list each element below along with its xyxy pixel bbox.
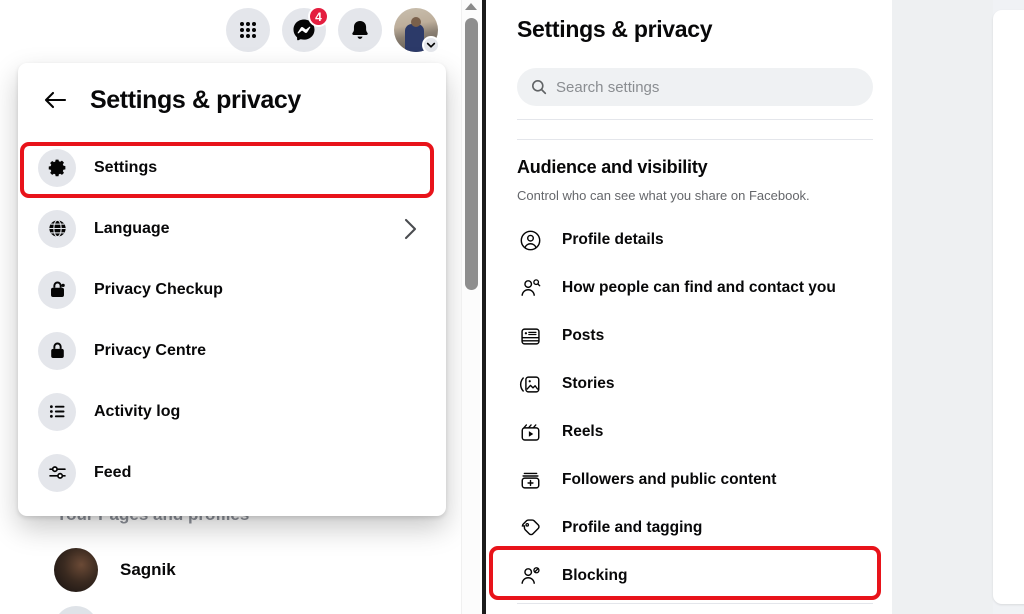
divider-top bbox=[517, 119, 873, 120]
dropdown-title: Settings & privacy bbox=[90, 85, 301, 114]
page-scrollbar[interactable] bbox=[461, 0, 480, 614]
menu-item-label: Settings bbox=[94, 158, 158, 176]
divider-second bbox=[517, 139, 873, 140]
menu-item-privacy-centre[interactable]: Privacy Centre bbox=[28, 320, 436, 381]
facebook-page-left: 4 Your Pages and pro bbox=[0, 0, 483, 614]
setting-item-blocking[interactable]: Blocking bbox=[486, 552, 892, 600]
panel-background-gap bbox=[892, 0, 993, 614]
setting-item-label: Stories bbox=[562, 375, 615, 392]
menu-grid-button[interactable] bbox=[226, 8, 270, 52]
setting-item-followers-and-public-content[interactable]: Followers and public content bbox=[486, 456, 892, 504]
section-heading: Audience and visibility bbox=[517, 157, 708, 177]
profile-circle-icon bbox=[517, 229, 543, 252]
dropdown-menu-list: Settings Language Privacy Checkup Privac… bbox=[18, 137, 446, 503]
adjacent-content-card bbox=[993, 10, 1024, 604]
menu-item-feed[interactable]: Feed bbox=[28, 442, 436, 503]
posts-icon bbox=[517, 325, 543, 348]
menu-item-settings[interactable]: Settings bbox=[28, 137, 436, 198]
profile-avatar-secondary bbox=[54, 606, 98, 614]
back-button[interactable] bbox=[36, 81, 74, 119]
settings-privacy-panel: Settings & privacy Search settings Audie… bbox=[486, 0, 1024, 614]
setting-item-how-people-find-you[interactable]: How people can find and contact you bbox=[486, 264, 892, 312]
person-block-icon bbox=[517, 565, 543, 588]
setting-item-label: Reels bbox=[562, 423, 604, 440]
setting-item-posts[interactable]: Posts bbox=[486, 312, 892, 360]
setting-item-label: How people can find and contact you bbox=[562, 279, 836, 296]
menu-item-label: Activity log bbox=[94, 402, 181, 420]
setting-item-stories[interactable]: Stories bbox=[486, 360, 892, 408]
section-description: Control who can see what you share on Fa… bbox=[517, 188, 810, 203]
settings-card: Settings & privacy Search settings Audie… bbox=[486, 0, 892, 614]
setting-item-reels[interactable]: Reels bbox=[486, 408, 892, 456]
followers-icon bbox=[517, 469, 543, 492]
dropdown-header: Settings & privacy bbox=[18, 63, 446, 137]
stories-icon bbox=[517, 373, 543, 396]
profile-avatar bbox=[54, 548, 98, 592]
menu-item-label: Privacy Centre bbox=[94, 341, 207, 359]
lock-icon bbox=[38, 331, 76, 370]
setting-item-label: Blocking bbox=[562, 567, 628, 584]
profile-name: Sagnik bbox=[120, 560, 176, 579]
menu-item-label: Language bbox=[94, 219, 170, 237]
list-icon bbox=[38, 392, 76, 431]
account-avatar-button[interactable] bbox=[394, 8, 440, 54]
chevron-right-icon bbox=[402, 217, 418, 241]
setting-item-label: Profile and tagging bbox=[562, 519, 703, 536]
globe-icon bbox=[38, 209, 76, 248]
menu-item-label: Privacy Checkup bbox=[94, 280, 223, 298]
setting-item-label: Followers and public content bbox=[562, 471, 777, 488]
page-title: Settings & privacy bbox=[517, 16, 713, 42]
search-icon bbox=[531, 79, 547, 95]
setting-item-label: Posts bbox=[562, 327, 605, 344]
lock-check-icon bbox=[38, 270, 76, 309]
notifications-button[interactable] bbox=[338, 8, 382, 52]
settings-privacy-dropdown: Settings & privacy Settings Language Pri… bbox=[18, 63, 446, 516]
setting-item-label: Profile details bbox=[562, 231, 664, 248]
menu-item-label: Feed bbox=[94, 463, 132, 481]
menu-item-language[interactable]: Language bbox=[28, 198, 436, 259]
messenger-unread-badge: 4 bbox=[308, 6, 329, 27]
scrollbar-thumb[interactable] bbox=[465, 18, 478, 290]
topbar-icon-cluster: 4 bbox=[226, 6, 440, 54]
menu-item-activity-log[interactable]: Activity log bbox=[28, 381, 436, 442]
gear-icon bbox=[38, 148, 76, 187]
chevron-down-icon bbox=[422, 36, 440, 54]
messenger-button[interactable]: 4 bbox=[282, 6, 329, 52]
menu-item-privacy-checkup[interactable]: Privacy Checkup bbox=[28, 259, 436, 320]
scroll-up-arrow-icon[interactable] bbox=[465, 3, 477, 10]
sliders-icon bbox=[38, 453, 76, 492]
notifications-bell-icon bbox=[349, 19, 371, 41]
tag-icon bbox=[517, 517, 543, 540]
person-search-icon bbox=[517, 277, 543, 300]
screenshot-root: 4 Your Pages and pro bbox=[0, 0, 1024, 614]
arrow-left-icon bbox=[43, 90, 67, 110]
reels-icon bbox=[517, 421, 543, 444]
setting-item-profile-details[interactable]: Profile details bbox=[486, 216, 892, 264]
menu-grid-icon bbox=[238, 20, 258, 40]
divider-bottom bbox=[517, 603, 873, 604]
settings-options-list: Profile details How people can find and … bbox=[486, 216, 892, 600]
setting-item-profile-and-tagging[interactable]: Profile and tagging bbox=[486, 504, 892, 552]
search-settings-field[interactable]: Search settings bbox=[517, 68, 873, 106]
profile-list-item[interactable]: Sagnik bbox=[54, 548, 176, 592]
search-input-placeholder: Search settings bbox=[556, 78, 660, 96]
